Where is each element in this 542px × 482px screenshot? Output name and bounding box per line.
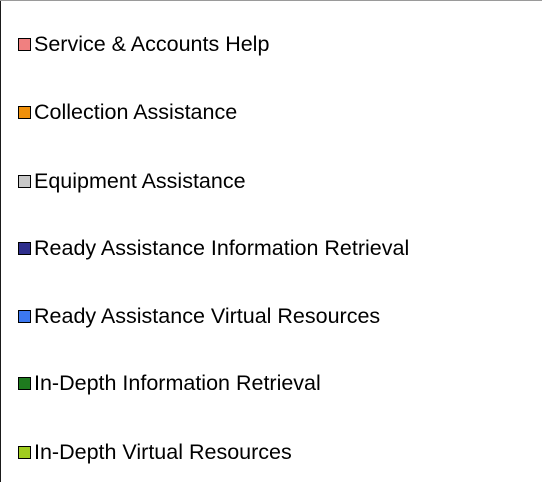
legend-swatch-service-accounts-help (18, 37, 31, 51)
legend-label-ready-assistance-virtual-resources: Ready Assistance Virtual Resources (34, 304, 381, 328)
legend-item-in-depth-information-retrieval: In-Depth Information Retrieval (18, 368, 321, 398)
legend-item-service-accounts-help: Service & Accounts Help (18, 29, 269, 59)
legend-border-left (0, 0, 1, 482)
legend-swatch-equipment-assistance (18, 174, 31, 188)
legend-item-ready-assistance-information-retrieval: Ready Assistance Information Retrieval (18, 233, 409, 263)
legend-label-collection-assistance: Collection Assistance (34, 100, 238, 124)
legend-item-collection-assistance: Collection Assistance (18, 97, 237, 127)
chart-legend: Service & Accounts Help Collection Assis… (0, 0, 542, 482)
legend-swatch-ready-assistance-information-retrieval (18, 241, 31, 255)
legend-item-ready-assistance-virtual-resources: Ready Assistance Virtual Resources (18, 301, 380, 331)
legend-label-in-depth-virtual-resources: In-Depth Virtual Resources (34, 440, 292, 464)
legend-swatch-collection-assistance (18, 105, 31, 119)
legend-label-equipment-assistance: Equipment Assistance (34, 169, 246, 193)
legend-item-in-depth-virtual-resources: In-Depth Virtual Resources (18, 437, 292, 467)
legend-border-top (0, 0, 542, 1)
legend-swatch-ready-assistance-virtual-resources (18, 309, 31, 323)
legend-swatch-in-depth-information-retrieval (18, 376, 31, 390)
legend-item-equipment-assistance: Equipment Assistance (18, 166, 246, 196)
legend-label-ready-assistance-information-retrieval: Ready Assistance Information Retrieval (34, 236, 410, 260)
legend-swatch-in-depth-virtual-resources (18, 445, 31, 459)
legend-label-in-depth-information-retrieval: In-Depth Information Retrieval (34, 371, 321, 395)
legend-label-service-accounts-help: Service & Accounts Help (34, 32, 270, 56)
